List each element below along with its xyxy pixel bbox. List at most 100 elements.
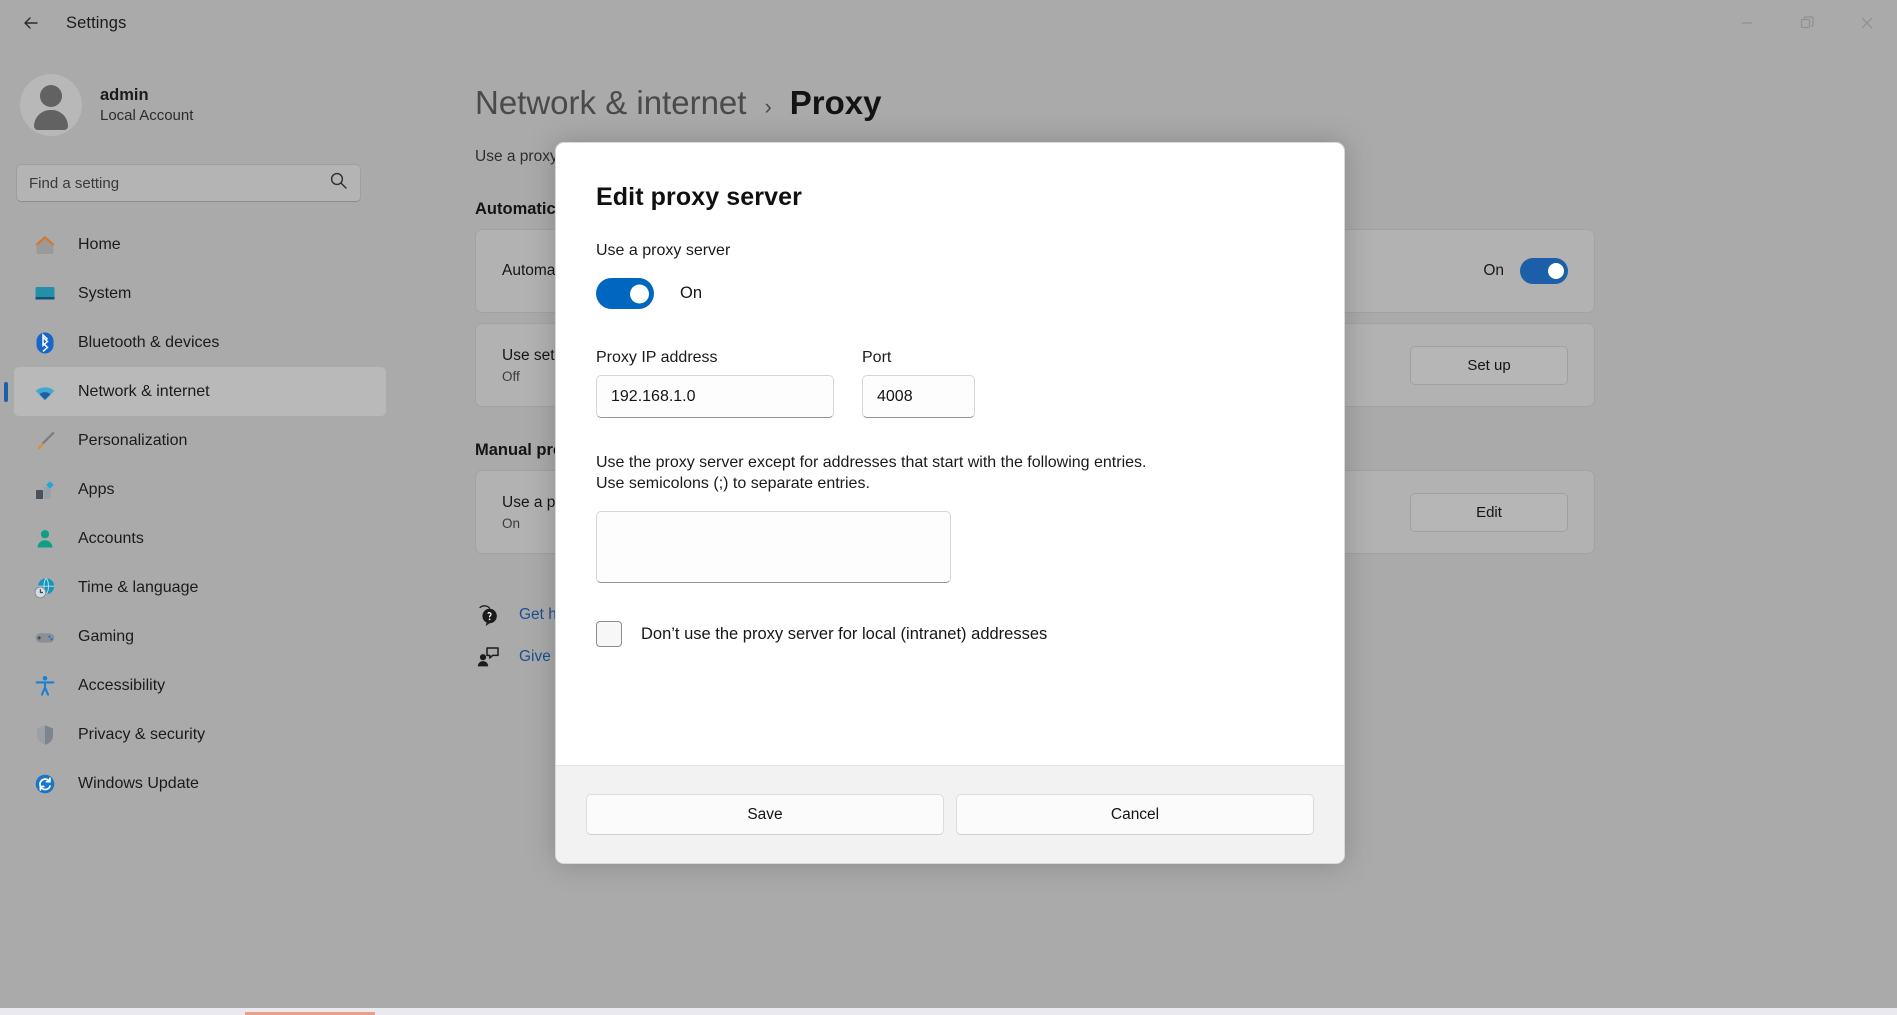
setting-card-control: On: [1483, 258, 1568, 284]
account-block[interactable]: admin Local Account: [20, 74, 400, 136]
sidebar-item-label: Personalization: [78, 431, 188, 449]
port-label: Port: [862, 349, 892, 366]
home-icon: [32, 232, 58, 258]
toggle-knob: [630, 284, 649, 303]
update-icon: [35, 774, 55, 793]
toggle-state-label: On: [1483, 262, 1504, 279]
apps-icon: [36, 480, 54, 499]
proxy-ip-field-group: Proxy IP address 192.168.1.0: [596, 349, 834, 418]
sidebar-item-network-internet[interactable]: Network & internet: [14, 367, 386, 416]
bluetooth-icon: [36, 332, 54, 353]
use-proxy-label: Use a proxy server: [596, 242, 731, 259]
port-input[interactable]: 4008: [862, 375, 975, 418]
sidebar-item-accounts[interactable]: Accounts: [14, 514, 386, 563]
sidebar-item-label: Privacy & security: [78, 725, 206, 743]
user-avatar-icon: [20, 74, 82, 136]
port-field-group: Port 4008: [862, 349, 975, 418]
wifi-icon: [32, 379, 58, 405]
help-icon: [479, 605, 497, 626]
accessibility-icon: [35, 675, 55, 696]
setting-toggle[interactable]: [1520, 258, 1568, 284]
sidebar-item-home[interactable]: Home: [14, 220, 386, 269]
use-proxy-toggle-row: On: [596, 278, 1300, 309]
search-icon: [329, 171, 348, 195]
exceptions-description-line1: Use the proxy server except for addresse…: [596, 454, 1147, 471]
bluetooth-icon: [32, 330, 58, 356]
feedback-icon: [475, 645, 501, 669]
sidebar-item-label: Bluetooth & devices: [78, 333, 220, 351]
use-proxy-toggle-state: On: [680, 284, 703, 302]
shield-icon: [32, 722, 58, 748]
sidebar-item-label: Apps: [78, 480, 115, 498]
use-proxy-toggle[interactable]: [596, 278, 654, 309]
app-title: Settings: [66, 13, 127, 32]
gamepad-icon: [35, 632, 55, 643]
sidebar-item-label: Accessibility: [78, 676, 166, 694]
sidebar-item-label: Network & internet: [78, 382, 210, 400]
breadcrumb-separator: ›: [764, 94, 772, 119]
local-addresses-checkbox[interactable]: [596, 621, 622, 648]
cancel-button[interactable]: Cancel: [956, 794, 1314, 835]
sidebar-item-label: Windows Update: [78, 774, 199, 792]
dialog-title: Edit proxy server: [596, 183, 802, 211]
save-button[interactable]: Save: [586, 794, 944, 835]
clock-globe-icon: [32, 575, 58, 601]
close-button[interactable]: [1837, 0, 1897, 46]
sidebar-item-label: Gaming: [78, 627, 135, 645]
set-up-button[interactable]: Set up: [1410, 345, 1568, 385]
minimize-button[interactable]: [1717, 0, 1777, 46]
home-icon: [35, 235, 55, 254]
sidebar-item-apps[interactable]: Apps: [14, 465, 386, 514]
setting-card-control: Edit: [1410, 492, 1568, 532]
edit-proxy-dialog: Edit proxy server Use a proxy server On …: [555, 142, 1345, 864]
proxy-ip-input[interactable]: 192.168.1.0: [596, 375, 834, 418]
address-fields: Proxy IP address 192.168.1.0 Port 4008: [596, 349, 1300, 418]
sidebar-item-privacy-security[interactable]: Privacy & security: [14, 710, 386, 759]
gamepad-icon: [32, 624, 58, 650]
exceptions-description-line2: Use semicolons (;) to separate entries.: [596, 475, 870, 493]
paintbrush-icon: [32, 428, 58, 454]
dialog-body: Edit proxy server Use a proxy server On …: [556, 143, 1344, 765]
account-name: admin: [100, 85, 149, 104]
sidebar-item-accessibility[interactable]: Accessibility: [14, 661, 386, 710]
navigation-list: Home System Bluetooth & devices Network & i…: [0, 220, 400, 808]
back-button[interactable]: [10, 6, 52, 40]
setting-card-control: Set up: [1410, 345, 1568, 385]
exceptions-description: Use the proxy server except for addresse…: [596, 452, 1300, 494]
system-icon: [35, 286, 55, 299]
restore-icon: [1800, 16, 1814, 29]
local-addresses-label: Don’t use the proxy server for local (in…: [641, 624, 1048, 643]
clock-globe-icon: [34, 577, 55, 598]
breadcrumb: Network & internet › Proxy: [475, 84, 1837, 122]
minimize-icon: [1742, 22, 1752, 24]
accounts-icon: [32, 526, 58, 552]
edit-button[interactable]: Edit: [1410, 492, 1568, 532]
help-icon: [475, 603, 501, 627]
sidebar-item-system[interactable]: System: [14, 269, 386, 318]
sidebar-item-label: Home: [78, 235, 121, 253]
breadcrumb-root[interactable]: Network & internet: [475, 84, 746, 122]
sidebar-item-personalization[interactable]: Personalization: [14, 416, 386, 465]
feedback-icon: [477, 647, 499, 667]
sidebar-item-gaming[interactable]: Gaming: [14, 612, 386, 661]
paintbrush-icon: [37, 431, 55, 449]
title-bar: Settings: [0, 0, 1897, 46]
search-placeholder: Find a setting: [29, 174, 120, 192]
sidebar-item-time-language[interactable]: Time & language: [14, 563, 386, 612]
account-type: Local Account: [100, 107, 194, 124]
sidebar-item-windows-update[interactable]: Windows Update: [14, 759, 386, 808]
sidebar: admin Local Account Find a setting Home S…: [0, 46, 400, 1015]
apps-icon: [32, 477, 58, 503]
dialog-footer: Save Cancel: [556, 765, 1344, 863]
system-icon: [32, 281, 58, 307]
update-icon: [32, 771, 58, 797]
window-controls: [1717, 0, 1897, 46]
accessibility-icon: [32, 673, 58, 699]
sidebar-item-bluetooth-devices[interactable]: Bluetooth & devices: [14, 318, 386, 367]
local-addresses-checkbox-row[interactable]: Don’t use the proxy server for local (in…: [596, 621, 1300, 648]
exceptions-textarea[interactable]: [596, 511, 951, 584]
maximize-button[interactable]: [1777, 0, 1837, 46]
search-input[interactable]: Find a setting: [16, 164, 361, 202]
accounts-icon: [37, 529, 53, 547]
shield-icon: [37, 724, 53, 745]
